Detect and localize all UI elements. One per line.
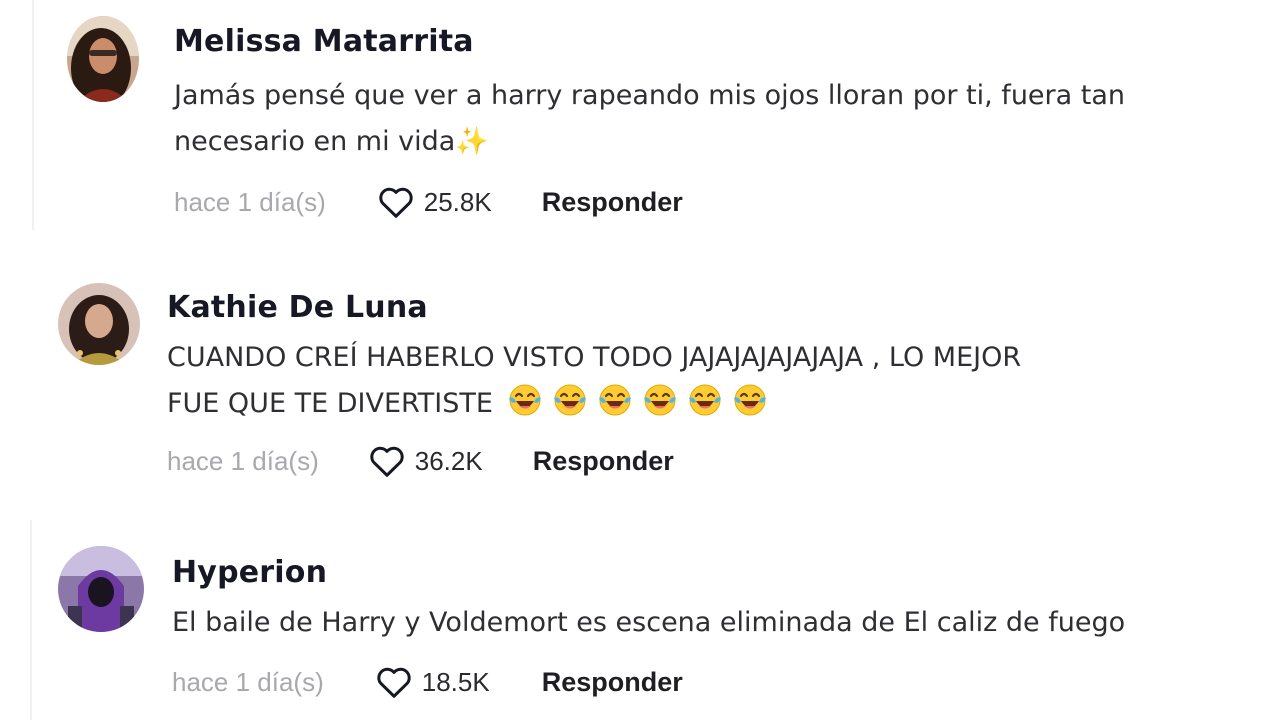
comment-text: Jamás pensé que ver a harry rapeando mis… [174,73,1125,165]
comment-meta: hace 1 día(s) 25.8K Responder [174,182,683,222]
reply-button[interactable]: Responder [542,187,683,218]
reply-button[interactable]: Responder [542,667,683,698]
laugh-emoji-group [507,384,777,419]
comment-text-segment: FUE QUE TE DIVERTISTE [167,388,493,419]
face-with-tears-of-joy-emoji-icon [643,384,676,416]
face-with-tears-of-joy-emoji-icon [508,384,541,416]
user-avatar[interactable] [67,16,139,102]
face-with-tears-of-joy-emoji-icon [733,384,766,416]
like-count: 25.8K [423,186,492,217]
comment-text: El baile de Harry y Voldemort es escena … [172,600,1125,646]
comment-username[interactable]: Melissa Matarrita [174,24,474,59]
left-edge-divider [30,520,32,720]
comment-meta: hace 1 día(s) 36.2K Responder [167,441,674,481]
comment-timestamp: hace 1 día(s) [174,186,326,217]
face-with-tears-of-joy-emoji-icon [598,384,631,416]
comment-text-line: CUANDO CREÍ HABERLO VISTO TODO JAJAJAJAJ… [167,342,1022,373]
comment-text-line: El baile de Harry y Voldemort es escena … [172,607,1126,638]
avatar-photo-icon [58,283,140,365]
comment-text-segment: necesario en mi vida [174,126,456,157]
user-avatar[interactable] [58,283,140,365]
user-avatar[interactable] [58,546,144,632]
like-count: 36.2K [414,445,483,476]
avatar-illustration-icon [58,546,144,632]
heart-outline-icon[interactable] [378,185,414,219]
comment-timestamp: hace 1 día(s) [167,445,319,476]
reply-button[interactable]: Responder [533,446,674,477]
face-with-tears-of-joy-emoji-icon [688,384,721,416]
avatar-photo-icon [67,16,139,102]
comment-text: CUANDO CREÍ HABERLO VISTO TODO JAJAJAJAJ… [167,335,1021,427]
comment-username[interactable]: Hyperion [172,555,327,590]
like-count: 18.5K [421,666,490,697]
comment-meta: hace 1 día(s) 18.5K Responder [172,662,683,702]
face-with-tears-of-joy-emoji-icon [553,384,586,416]
like-button[interactable]: 25.8K [378,185,492,219]
like-button[interactable]: 18.5K [376,665,490,699]
comment-text-line: FUE QUE TE DIVERTISTE [167,381,1021,427]
comment-timestamp: hace 1 día(s) [172,666,324,697]
comment-text-line: Jamás pensé que ver a harry rapeando mis… [174,80,1126,111]
left-edge-divider [32,0,34,230]
like-button[interactable]: 36.2K [369,444,483,478]
comment-username[interactable]: Kathie De Luna [167,290,428,325]
heart-outline-icon[interactable] [369,444,405,478]
sparkles-emoji-icon: ✨ [455,126,489,157]
heart-outline-icon[interactable] [376,665,412,699]
comment-text-line: necesario en mi vida✨ [174,119,1125,165]
